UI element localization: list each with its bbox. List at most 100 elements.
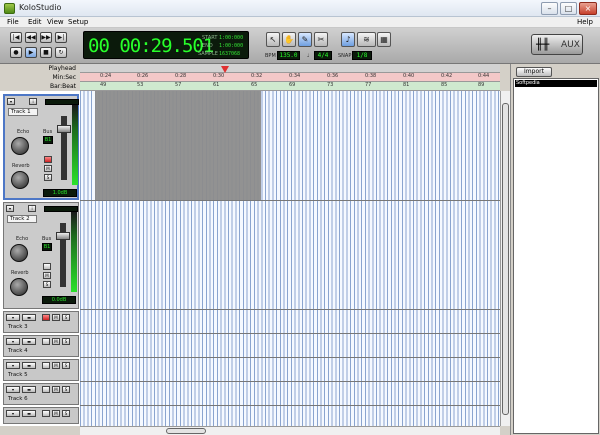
collapse-icon[interactable]: ▾ — [6, 205, 14, 212]
mute-button[interactable]: M — [52, 314, 60, 321]
audio-region[interactable] — [95, 91, 261, 200]
pointer-tool-icon[interactable]: ↖ — [266, 32, 280, 47]
waveform-view-icon[interactable]: ≋ — [357, 32, 376, 47]
track-header-5[interactable]: ▾ ▬ M S Track 5 — [3, 359, 79, 381]
mute-button[interactable]: M — [52, 386, 60, 393]
expand-icon[interactable]: ▾ — [6, 338, 20, 345]
track-name[interactable]: Track 3 — [6, 324, 36, 332]
track-name[interactable]: Track 5 — [6, 372, 36, 380]
track-list: ▾ i Track 1 Echo Reverb Bus B1 M S 1.0dB… — [0, 91, 80, 426]
record-arm-icon[interactable] — [42, 386, 50, 393]
hand-tool-icon[interactable]: ✋ — [282, 32, 296, 47]
expand-icon[interactable]: ▾ — [6, 362, 20, 369]
volume-icon[interactable]: ▬ — [22, 362, 36, 369]
barbeat-tick: 61 — [213, 82, 220, 88]
track-header-7[interactable]: ▾ ▬ M S — [3, 407, 79, 424]
menu-setup[interactable]: Setup — [68, 18, 88, 26]
menu-help[interactable]: Help — [577, 18, 593, 26]
minsec-ruler[interactable]: 0:24 0:26 0:28 0:30 0:32 0:34 0:36 0:38 … — [80, 73, 500, 82]
solo-button[interactable]: S — [62, 314, 70, 321]
app-window: KoloStudio – □ × File Edit View Setup He… — [0, 0, 600, 435]
record-arm-icon[interactable] — [42, 314, 50, 321]
volume-icon[interactable]: ▬ — [22, 314, 36, 321]
bus-value[interactable]: B1 — [42, 243, 52, 251]
track-header-3[interactable]: ▾ ▬ M S Track 3 — [3, 311, 79, 333]
solo-button[interactable]: S — [43, 281, 51, 288]
solo-button[interactable]: S — [62, 362, 70, 369]
record-arm-icon[interactable] — [42, 338, 50, 345]
level-meter — [71, 212, 77, 292]
track-header-2[interactable]: ▾ i Track 2 Echo Reverb Bus B1 M S 0.0dB — [3, 202, 79, 309]
fader-handle[interactable] — [56, 232, 70, 240]
fast-forward-icon[interactable]: ▶▶ — [40, 32, 52, 43]
mute-button[interactable]: M — [44, 165, 52, 172]
vertical-scroll-thumb[interactable] — [502, 103, 509, 415]
vertical-scrollbar[interactable] — [500, 91, 510, 426]
solo-button[interactable]: S — [62, 410, 70, 417]
file-list[interactable]: Softpedia — [513, 78, 599, 434]
playhead-marker-icon[interactable] — [221, 66, 229, 73]
solo-button[interactable]: S — [62, 338, 70, 345]
track-header-4[interactable]: ▾ ▬ M S Track 4 — [3, 335, 79, 357]
mute-button[interactable]: M — [43, 272, 51, 279]
fader-handle[interactable] — [57, 125, 71, 133]
menu-view[interactable]: View — [47, 18, 64, 26]
meter-value[interactable]: 4/4 — [314, 51, 332, 60]
echo-knob[interactable] — [10, 244, 28, 262]
playhead-ruler[interactable] — [80, 64, 500, 73]
solo-button[interactable]: S — [62, 386, 70, 393]
menu-file[interactable]: File — [7, 18, 19, 26]
collapse-icon[interactable]: ▾ — [7, 98, 15, 105]
track-header-1[interactable]: ▾ i Track 1 Echo Reverb Bus B1 M S 1.0dB — [3, 94, 79, 200]
expand-icon[interactable]: ▾ — [6, 314, 20, 321]
snap-grid-icon[interactable]: ♪ — [341, 32, 355, 47]
track-name[interactable]: Track 4 — [6, 348, 36, 356]
select-tool-icon[interactable]: ✎ — [298, 32, 312, 47]
track-name[interactable]: Track 2 — [7, 215, 37, 223]
aux-button[interactable]: ╫╫ AUX — [531, 34, 583, 55]
horizontal-scroll-thumb[interactable] — [166, 428, 206, 434]
record-arm-icon[interactable] — [44, 156, 52, 163]
close-button[interactable]: × — [579, 2, 597, 15]
volume-icon[interactable]: ▬ — [22, 410, 36, 417]
import-button[interactable]: Import — [516, 67, 552, 77]
mute-button[interactable]: M — [52, 410, 60, 417]
bpm-value[interactable]: 135.0 — [277, 51, 300, 60]
record-arm-icon[interactable] — [42, 410, 50, 417]
play-icon[interactable]: ▶ — [25, 47, 37, 58]
cut-tool-icon[interactable]: ✂ — [314, 32, 328, 47]
barbeat-ruler[interactable]: 49 53 57 61 65 69 73 77 81 85 89 — [80, 82, 500, 91]
expand-icon[interactable]: ▾ — [6, 410, 20, 417]
info-icon[interactable]: i — [28, 205, 36, 212]
track-name[interactable]: Track 6 — [6, 396, 36, 404]
maximize-button[interactable]: □ — [560, 2, 577, 15]
mixer-view-icon[interactable]: ▦ — [377, 32, 391, 47]
snap-value[interactable]: 1/8 — [352, 51, 372, 60]
record-arm-icon[interactable] — [42, 362, 50, 369]
bus-value[interactable]: B1 — [43, 136, 53, 144]
volume-icon[interactable]: ▬ — [22, 338, 36, 345]
reverb-knob[interactable] — [10, 278, 28, 296]
loop-icon[interactable]: ↻ — [55, 47, 67, 58]
expand-icon[interactable]: ▾ — [6, 386, 20, 393]
minimize-button[interactable]: – — [541, 2, 558, 15]
echo-knob[interactable] — [11, 137, 29, 155]
solo-button[interactable]: S — [44, 174, 52, 181]
volume-icon[interactable]: ▬ — [22, 386, 36, 393]
track-name[interactable]: Track 1 — [8, 108, 38, 116]
barbeat-tick: 65 — [251, 82, 258, 88]
go-end-icon[interactable]: ▶| — [55, 32, 67, 43]
reverb-knob[interactable] — [11, 171, 29, 189]
track-header-6[interactable]: ▾ ▬ M S Track 6 — [3, 383, 79, 405]
file-item[interactable]: Softpedia — [515, 80, 597, 87]
info-icon[interactable]: i — [29, 98, 37, 105]
stop-icon[interactable]: ■ — [40, 47, 52, 58]
mute-button[interactable]: M — [52, 338, 60, 345]
horizontal-scrollbar[interactable] — [80, 426, 500, 435]
rewind-icon[interactable]: ◀◀ — [25, 32, 37, 43]
mute-button[interactable]: M — [52, 362, 60, 369]
rewind-start-icon[interactable]: |◀ — [10, 32, 22, 43]
record-arm-icon[interactable] — [43, 263, 51, 270]
menu-edit[interactable]: Edit — [28, 18, 42, 26]
record-icon[interactable]: ● — [10, 47, 22, 58]
